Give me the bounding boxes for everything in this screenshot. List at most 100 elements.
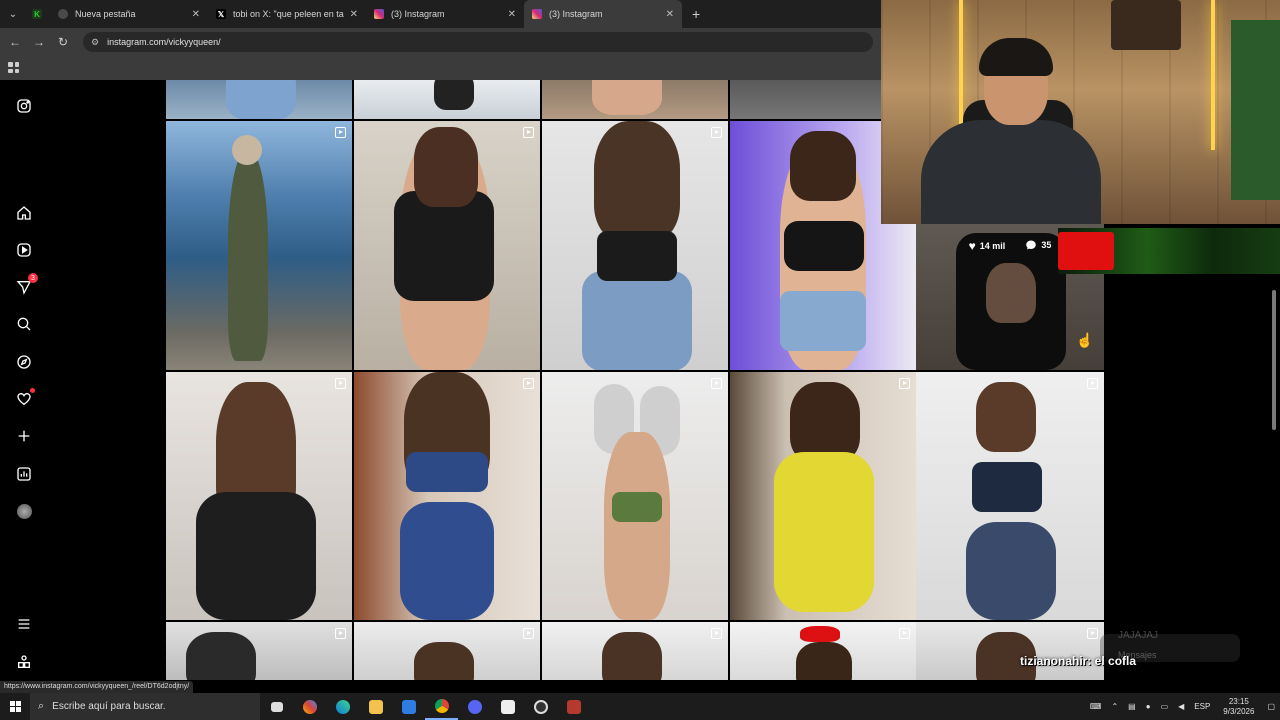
network-icon[interactable]: ▤ xyxy=(1128,702,1136,711)
webcam-overlay xyxy=(881,0,1280,224)
tab-label: tobi on X: "que peleen en tang xyxy=(233,9,344,19)
profile-avatar-icon[interactable] xyxy=(14,501,34,521)
page-scrollbar[interactable] xyxy=(1272,290,1276,430)
browser-tab-strip: ⌄ K Nueva pestaña ✕ 𝕏 tobi on X: "que pe… xyxy=(0,0,881,28)
volume-icon[interactable]: ◀ xyxy=(1178,702,1184,711)
chevron-up-icon[interactable]: ⌃ xyxy=(1111,702,1118,711)
post-tile[interactable] xyxy=(730,622,916,680)
edge-icon[interactable] xyxy=(326,693,359,720)
notification-dot xyxy=(30,388,35,393)
post-tile[interactable] xyxy=(354,121,540,370)
url-field[interactable]: ⚙ instagram.com/vickyyqueen/ xyxy=(83,32,873,52)
clock-time: 23:15 xyxy=(1228,696,1249,706)
x-icon: 𝕏 xyxy=(216,9,226,19)
start-button[interactable] xyxy=(0,701,30,712)
led-strip xyxy=(1211,0,1215,150)
tab-label: (3) Instagram xyxy=(549,9,603,19)
tab-label: Nueva pestaña xyxy=(75,9,136,19)
reel-icon xyxy=(335,378,346,389)
post-tile[interactable] xyxy=(354,372,540,620)
post-tile[interactable] xyxy=(166,622,352,680)
taskbar-search-placeholder: Escribe aquí para buscar. xyxy=(52,701,166,712)
app-icon[interactable] xyxy=(293,693,326,720)
tab-3-active[interactable]: (3) Instagram ✕ xyxy=(524,0,682,28)
tab-search-icon[interactable]: ⌄ xyxy=(0,0,26,28)
reel-icon xyxy=(711,127,722,138)
post-tile[interactable] xyxy=(166,80,352,119)
reels-icon[interactable] xyxy=(14,240,34,260)
file-explorer-icon[interactable] xyxy=(359,693,392,720)
apps-grid-icon[interactable] xyxy=(8,62,19,73)
mail-icon[interactable] xyxy=(392,693,425,720)
tab-0[interactable]: Nueva pestaña ✕ xyxy=(50,0,208,28)
pinned-tab[interactable]: K xyxy=(26,0,50,28)
also-from-meta-icon[interactable] xyxy=(14,652,34,672)
obs-icon[interactable] xyxy=(524,693,557,720)
bookmarks-bar xyxy=(0,56,881,80)
back-icon[interactable]: ← xyxy=(3,35,27,49)
windows-taskbar: ⌕ Escribe aquí para buscar. ⌨ ⌃ ▤ ● ▭ ◀ … xyxy=(0,693,1280,720)
likes-count: 14 mil xyxy=(979,241,1006,251)
close-icon[interactable]: ✕ xyxy=(192,9,200,20)
streamer-body xyxy=(921,120,1101,224)
explore-icon[interactable] xyxy=(14,352,34,372)
chrome-icon[interactable] xyxy=(425,693,458,720)
close-icon[interactable]: ✕ xyxy=(350,9,358,20)
chat-username: tizianonahir xyxy=(1020,654,1088,668)
post-tile[interactable] xyxy=(730,372,916,620)
discord-icon[interactable] xyxy=(458,693,491,720)
chat-text: : el cofla xyxy=(1087,654,1137,668)
tab-1[interactable]: 𝕏 tobi on X: "que peleen en tang ✕ xyxy=(208,0,366,28)
wall-poster xyxy=(1111,0,1181,50)
likes-stat: ♥ 14 mil xyxy=(969,239,1006,253)
search-icon[interactable] xyxy=(14,314,34,334)
post-tile[interactable] xyxy=(354,80,540,119)
microphone-icon[interactable]: ● xyxy=(1146,702,1151,711)
messages-icon[interactable]: 3 xyxy=(14,273,38,297)
post-tile[interactable] xyxy=(542,622,728,680)
close-icon[interactable]: ✕ xyxy=(666,9,674,20)
post-tile[interactable] xyxy=(916,622,1104,680)
display-icon[interactable]: ▭ xyxy=(1161,702,1169,711)
site-info-icon[interactable]: ⚙ xyxy=(91,37,99,48)
reel-icon xyxy=(523,378,534,389)
create-icon[interactable] xyxy=(14,426,34,446)
comments-stat: 35 xyxy=(1025,239,1051,251)
more-menu-icon[interactable] xyxy=(14,614,34,634)
instagram-icon xyxy=(532,9,542,19)
reload-icon[interactable]: ↻ xyxy=(51,35,75,49)
post-tile[interactable] xyxy=(166,372,352,620)
post-tile[interactable] xyxy=(354,622,540,680)
post-tile[interactable] xyxy=(542,80,728,119)
instagram-icon xyxy=(374,9,384,19)
close-icon[interactable]: ✕ xyxy=(508,9,516,20)
post-tile[interactable] xyxy=(542,372,728,620)
taskbar-search[interactable]: ⌕ Escribe aquí para buscar. xyxy=(30,693,260,720)
chat-message: tizianonahir: el cofla xyxy=(1020,654,1136,668)
keyboard-icon[interactable]: ⌨ xyxy=(1090,702,1102,711)
reel-icon xyxy=(1087,378,1098,389)
stream-overlay-graphic xyxy=(1058,228,1280,274)
post-tile[interactable] xyxy=(166,121,352,370)
home-icon[interactable] xyxy=(14,203,34,223)
notifications-icon[interactable]: ▢ xyxy=(1267,702,1275,711)
reel-icon xyxy=(899,378,910,389)
forward-icon[interactable]: → xyxy=(27,35,51,49)
streamlabs-icon[interactable] xyxy=(491,693,524,720)
input-language[interactable]: ESP xyxy=(1194,702,1210,711)
dashboard-icon[interactable] xyxy=(14,464,34,484)
tab-2[interactable]: (3) Instagram ✕ xyxy=(366,0,524,28)
clock[interactable]: 23:15 9/3/2026 xyxy=(1223,697,1254,717)
url-text: instagram.com/vickyyqueen/ xyxy=(107,37,221,47)
reel-icon xyxy=(899,628,910,639)
new-tab-button[interactable]: + xyxy=(692,6,700,22)
link-hover-url: https://www.instagram.com/vickyyqueen_/r… xyxy=(0,681,194,693)
reel-icon xyxy=(335,127,346,138)
instagram-logo-icon[interactable] xyxy=(14,96,34,116)
task-view-icon[interactable] xyxy=(260,693,293,720)
notifications-icon[interactable] xyxy=(14,388,35,409)
post-tile[interactable] xyxy=(916,372,1104,620)
reel-icon xyxy=(335,628,346,639)
post-tile[interactable] xyxy=(542,121,728,370)
app-icon[interactable] xyxy=(557,693,590,720)
